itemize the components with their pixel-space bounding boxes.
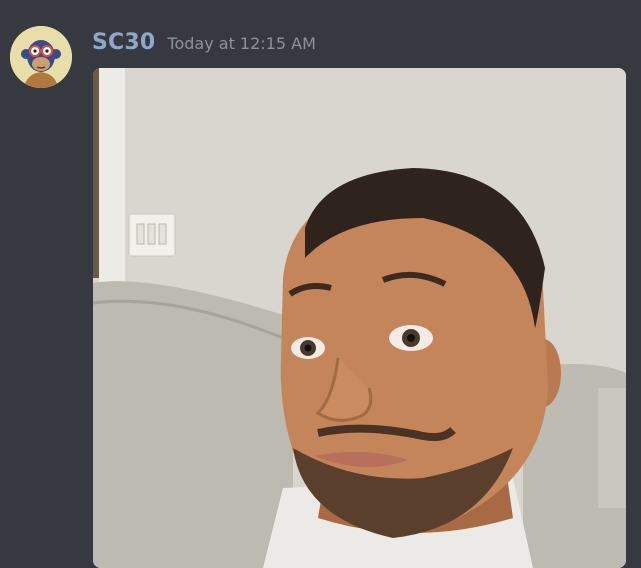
message-timestamp: Today at 12:15 AM bbox=[167, 34, 316, 53]
selfie-photo-attachment bbox=[93, 68, 626, 568]
image-attachment[interactable] bbox=[93, 68, 626, 568]
username[interactable]: SC30 bbox=[92, 30, 155, 55]
message-header: SC30 Today at 12:15 AM bbox=[92, 30, 316, 55]
bored-ape-avatar-icon bbox=[10, 26, 72, 88]
chat-message: SC30 Today at 12:15 AM bbox=[0, 0, 641, 568]
user-avatar[interactable] bbox=[10, 26, 72, 88]
